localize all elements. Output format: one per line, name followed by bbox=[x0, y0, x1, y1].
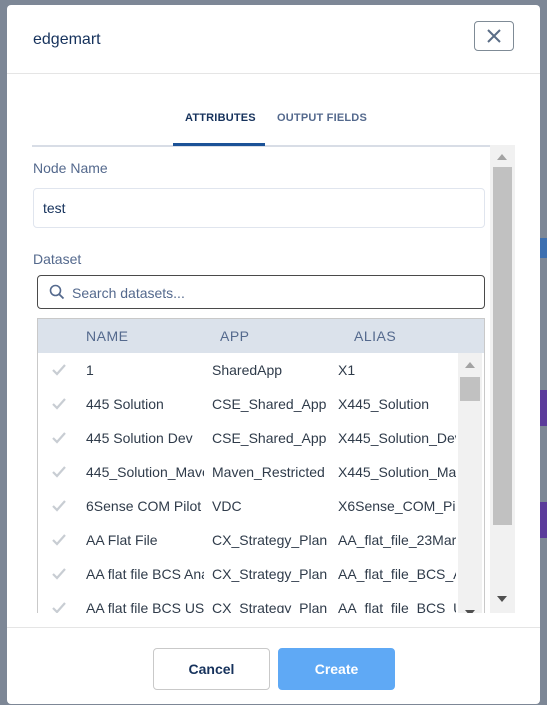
edgemart-modal: edgemart ATTRIBUTES OUTPUT FIELDS Node N… bbox=[7, 5, 540, 704]
column-header-alias[interactable]: ALIAS bbox=[354, 328, 396, 344]
scroll-up-icon[interactable] bbox=[464, 361, 476, 369]
modal-scroll-thumb[interactable] bbox=[493, 167, 512, 525]
cell-name: 445_Solution_Maven bbox=[86, 464, 204, 480]
cell-alias: X6Sense_COM_Pilot bbox=[338, 498, 456, 514]
search-icon bbox=[49, 284, 65, 300]
dataset-grid: NAME APP ALIAS 1 SharedApp X1 445 Soluti… bbox=[37, 318, 485, 613]
background-accent bbox=[540, 390, 547, 426]
cell-alias: X445_Solution bbox=[338, 396, 430, 412]
cell-alias: X445_Solution_Maven bbox=[338, 464, 456, 480]
modal-scrollbar[interactable] bbox=[490, 145, 515, 613]
dataset-label: Dataset bbox=[33, 251, 82, 267]
cell-name: AA flat file BCS US bbox=[86, 600, 204, 613]
table-row[interactable]: 445 Solution Dev CSE_Shared_App X445_Sol… bbox=[38, 421, 458, 455]
grid-scrollbar[interactable] bbox=[458, 353, 482, 613]
cell-app: SharedApp bbox=[212, 362, 283, 378]
modal-footer: Cancel Create bbox=[7, 627, 540, 705]
check-icon bbox=[52, 432, 66, 444]
modal-title: edgemart bbox=[33, 31, 101, 48]
scroll-down-icon[interactable] bbox=[464, 609, 476, 613]
cell-alias: AA_flat_file_23Mar bbox=[338, 532, 456, 548]
table-row[interactable]: AA flat file BCS US CX_Strategy_Planning… bbox=[38, 591, 458, 613]
cell-name: AA Flat File bbox=[86, 532, 158, 548]
table-row[interactable]: 1 SharedApp X1 bbox=[38, 353, 458, 387]
dataset-search-input[interactable]: Search datasets... bbox=[37, 275, 485, 309]
cell-name: 445 Solution Dev bbox=[86, 430, 193, 446]
cell-alias: AA_flat_file_BCS_US bbox=[338, 600, 456, 613]
cell-app: CX_Strategy_Planning bbox=[212, 600, 328, 613]
table-row[interactable]: 6Sense COM Pilot VDC X6Sense_COM_Pilot bbox=[38, 489, 458, 523]
table-row[interactable]: 445_Solution_Maven Maven_Restricted X445… bbox=[38, 455, 458, 489]
node-name-label: Node Name bbox=[33, 160, 108, 176]
cell-alias: AA_flat_file_BCS_Analytics bbox=[338, 566, 456, 582]
cell-alias: X1 bbox=[338, 362, 356, 378]
cancel-button[interactable]: Cancel bbox=[153, 648, 270, 690]
cell-name: 1 bbox=[86, 362, 94, 378]
scroll-down-icon[interactable] bbox=[496, 595, 508, 603]
background-accent bbox=[540, 502, 547, 538]
scroll-up-icon[interactable] bbox=[496, 153, 508, 161]
column-header-name[interactable]: NAME bbox=[86, 328, 128, 344]
cell-app: CSE_Shared_App bbox=[212, 396, 327, 412]
grid-scroll-thumb[interactable] bbox=[460, 377, 480, 401]
table-row[interactable]: AA flat file BCS Analytics CX_Strategy_P… bbox=[38, 557, 458, 591]
check-icon bbox=[52, 534, 66, 546]
table-row[interactable]: AA Flat File CX_Strategy_Planning AA_fla… bbox=[38, 523, 458, 557]
cell-app: CX_Strategy_Planning bbox=[212, 532, 328, 548]
tab-attributes[interactable]: ATTRIBUTES bbox=[185, 112, 256, 124]
cell-app: CSE_Shared_App bbox=[212, 430, 327, 446]
modal-body: Node Name test Dataset Search datasets..… bbox=[33, 150, 515, 613]
column-header-app[interactable]: APP bbox=[220, 328, 250, 344]
background-accent bbox=[540, 238, 547, 258]
check-icon bbox=[52, 602, 66, 613]
tab-bar: ATTRIBUTES OUTPUT FIELDS bbox=[32, 109, 490, 147]
check-icon bbox=[52, 466, 66, 478]
check-icon bbox=[52, 568, 66, 580]
modal-header: edgemart bbox=[7, 5, 540, 74]
check-icon bbox=[52, 364, 66, 376]
cell-app: VDC bbox=[212, 498, 242, 514]
grid-header: NAME APP ALIAS bbox=[38, 319, 484, 353]
close-icon bbox=[487, 29, 501, 43]
active-tab-indicator bbox=[173, 143, 265, 146]
check-icon bbox=[52, 500, 66, 512]
cell-app: CX_Strategy_Planning bbox=[212, 566, 328, 582]
tab-output-fields[interactable]: OUTPUT FIELDS bbox=[277, 112, 367, 124]
close-button[interactable] bbox=[474, 21, 514, 51]
cell-alias: X445_Solution_Dev bbox=[338, 430, 456, 446]
table-row[interactable]: 445 Solution CSE_Shared_App X445_Solutio… bbox=[38, 387, 458, 421]
cell-name: 445 Solution bbox=[86, 396, 164, 412]
cell-name: AA flat file BCS Analytics bbox=[86, 566, 204, 582]
cell-app: Maven_Restricted bbox=[212, 464, 325, 480]
create-button[interactable]: Create bbox=[278, 648, 395, 690]
node-name-input[interactable]: test bbox=[33, 188, 485, 228]
check-icon bbox=[52, 398, 66, 410]
search-placeholder: Search datasets... bbox=[72, 285, 185, 301]
cell-name: 6Sense COM Pilot bbox=[86, 498, 202, 514]
